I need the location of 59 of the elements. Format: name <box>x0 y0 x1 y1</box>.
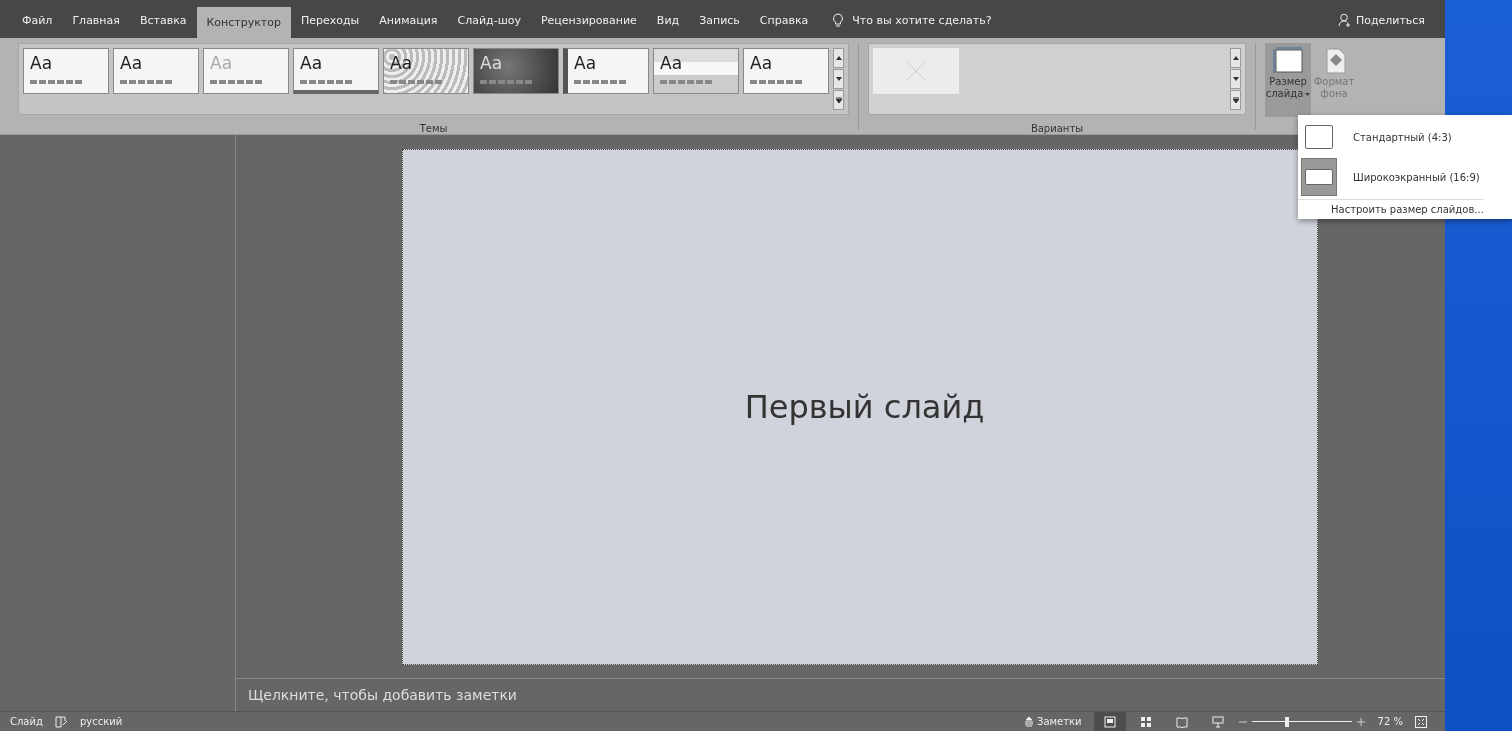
down-arrow-icon <box>1232 77 1239 81</box>
theme-thumbnail[interactable]: Aa <box>23 48 109 94</box>
theme-thumbnail[interactable]: Aa <box>743 48 829 94</box>
theme-thumbnail[interactable]: Aa <box>473 48 559 94</box>
zoom-reading[interactable]: 72 % <box>1377 716 1403 727</box>
theme-thumbnail[interactable]: Aa <box>383 48 469 94</box>
grid-view-icon <box>1139 715 1152 728</box>
theme-thumbnail[interactable]: Aa <box>653 48 739 94</box>
language-indicator[interactable]: русский <box>79 716 123 727</box>
custom-size-link[interactable]: Настроить размер слайдов... <box>1298 199 1484 215</box>
theme-thumbnail[interactable]: Aa <box>113 48 199 94</box>
expand-icon <box>1232 97 1239 103</box>
up-arrow-icon <box>835 56 842 60</box>
lightbulb-icon <box>832 13 845 27</box>
caret-icon <box>1305 92 1311 96</box>
more-button[interactable] <box>833 90 844 110</box>
slide-title: Первый слайд <box>744 387 985 426</box>
group-label: Варианты <box>1030 123 1084 134</box>
expand-icon <box>835 97 842 103</box>
zoom-in-icon[interactable] <box>1355 716 1366 727</box>
scroll-up-button[interactable] <box>833 48 844 68</box>
ribbon-tab[interactable]: Справка <box>749 7 819 33</box>
slide-size-button[interactable]: Размер слайда <box>1265 43 1311 117</box>
ribbon-tab[interactable]: Рецензирование <box>530 7 647 33</box>
share-button[interactable]: Поделиться <box>1331 7 1431 33</box>
notes-button[interactable]: Заметки <box>1016 716 1090 727</box>
slide-canvas[interactable]: Первый слайд <box>401 148 1318 665</box>
ribbon-tab[interactable]: Запись <box>689 7 750 33</box>
tell-me-field[interactable]: Что вы хотите сделать? <box>852 13 1053 27</box>
ribbon-tab[interactable]: Переходы <box>291 7 370 33</box>
scroll-up-button[interactable] <box>1230 48 1241 68</box>
theme-thumbnail[interactable]: Aa <box>293 48 379 94</box>
notes-field[interactable]: Щелкните, чтобы добавить заметки <box>248 687 648 703</box>
scroll-down-button[interactable] <box>1230 69 1241 89</box>
zoom-slider[interactable] <box>1251 714 1352 729</box>
view-button[interactable] <box>1093 712 1126 731</box>
group-label: Темы <box>419 123 448 134</box>
theme-thumbnail[interactable]: Aa <box>563 48 649 94</box>
ribbon-tab[interactable]: Вставка <box>129 7 197 33</box>
presentation-view-icon <box>1211 715 1224 728</box>
ribbon-tab[interactable]: Главная <box>62 7 130 33</box>
slide-size-icon <box>1272 46 1304 76</box>
down-arrow-icon <box>835 77 842 81</box>
up-arrow-icon <box>1232 56 1239 60</box>
slider-thumb[interactable] <box>1284 716 1289 727</box>
ribbon-tab[interactable]: Файл <box>12 7 63 33</box>
slide-indicator: Слайд <box>10 716 43 727</box>
normal-view-icon <box>1103 715 1116 728</box>
person-icon <box>1337 13 1352 27</box>
ribbon-tab[interactable]: Слайд-шоу <box>447 7 531 33</box>
scroll-down-button[interactable] <box>833 69 844 89</box>
spellcheck-icon <box>54 715 68 728</box>
ribbon-tab[interactable]: Вид <box>646 7 690 33</box>
notes-icon <box>1024 716 1034 727</box>
ribbon-tab[interactable]: Конструктор <box>196 7 291 38</box>
fit-to-window-icon[interactable] <box>1415 715 1427 728</box>
more-button[interactable] <box>1230 90 1241 110</box>
book-view-icon <box>1175 715 1188 728</box>
ribbon-tab[interactable]: Анимация <box>369 7 448 33</box>
